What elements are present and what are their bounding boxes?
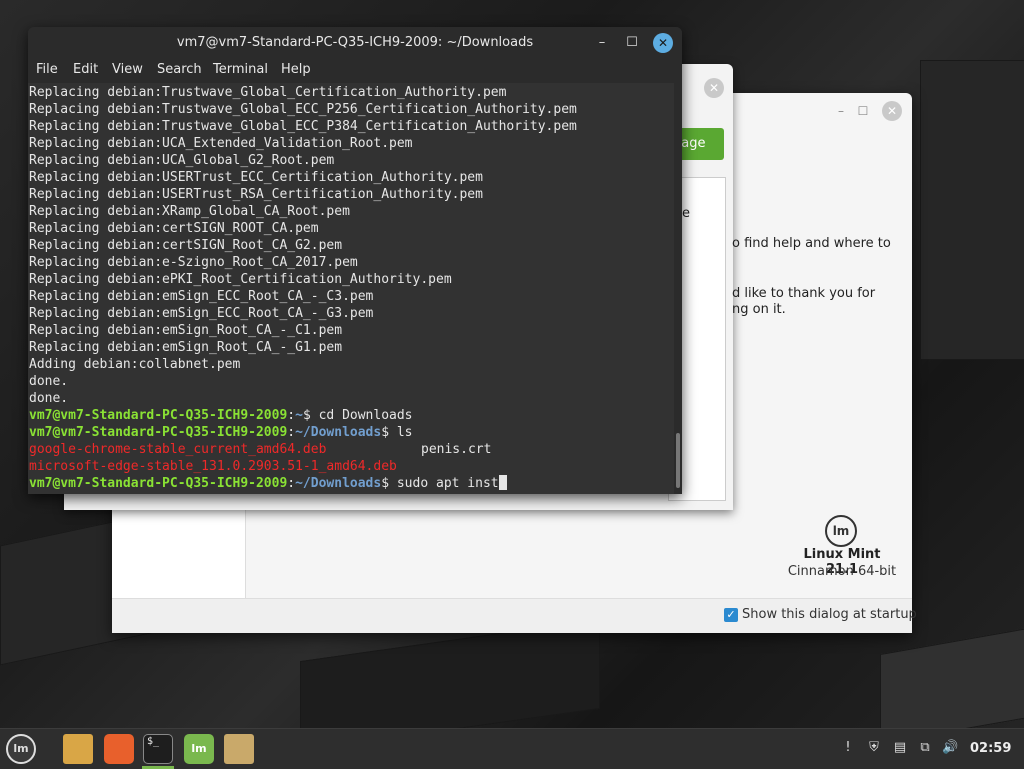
terminal-icon[interactable]: $_ [143,734,173,764]
output-line: Replacing debian:UCA_Global_G2_Root.pem [29,153,335,168]
prompt-line: vm7@vm7-Standard-PC-Q35-ICH9-2009:~$ cd … [29,408,413,423]
prompt-path: ~/Downloads [295,476,382,491]
minimize-icon[interactable]: – [594,35,610,50]
mintinstall-icon[interactable]: lm [184,734,214,764]
prompt-user: vm7@vm7-Standard-PC-Q35-ICH9-2009 [29,425,288,440]
close-icon[interactable]: ✕ [882,101,902,121]
command-text: $ ls [381,425,413,440]
output-line: Replacing debian:certSIGN_ROOT_CA.pem [29,221,319,236]
scrollbar-thumb[interactable] [676,433,680,488]
prompt-user: vm7@vm7-Standard-PC-Q35-ICH9-2009 [29,408,288,423]
deb-file: google-chrome-stable_current_amd64.deb [29,442,327,457]
linux-mint-logo: lm [825,515,857,547]
close-icon[interactable]: ✕ [704,78,724,98]
files-icon[interactable] [63,734,93,764]
output-line: Adding debian:collabnet.pem [29,357,241,372]
prompt-path: ~ [295,408,303,423]
crt-file: penis.crt [421,442,492,457]
terminal-title: vm7@vm7-Standard-PC-Q35-ICH9-2009: ~/Dow… [176,35,534,50]
taskbar: lm $_ lm ! ⛨ ▤ ⧉ 🔊 02:59 [0,728,1024,769]
output-line: Replacing debian:emSign_ECC_Root_CA_-_C3… [29,289,374,304]
text-fragment: d like to thank you for [732,286,876,301]
output-line: Replacing debian:emSign_ECC_Root_CA_-_G3… [29,306,374,321]
maximize-icon[interactable]: ☐ [624,35,640,50]
menu-file[interactable]: File [36,62,58,77]
folder-icon[interactable] [224,734,254,764]
ls-output-line: google-chrome-stable_current_amd64.deb [29,441,326,458]
output-line: Replacing debian:XRamp_Global_CA_Root.pe… [29,204,350,219]
clock[interactable]: 02:59 [970,741,1011,756]
welcome-footer: ✓ Show this dialog at startup [112,598,917,633]
prompt-line: vm7@vm7-Standard-PC-Q35-ICH9-2009:~/Down… [29,425,413,440]
prompt-line: vm7@vm7-Standard-PC-Q35-ICH9-2009:~/Down… [29,475,507,492]
terminal-output[interactable]: Replacing debian:Trustwave_Global_Certif… [28,83,674,494]
menu-view[interactable]: View [112,62,143,77]
startup-checkbox[interactable]: ✓ [724,608,738,622]
output-line: Replacing debian:USERTrust_ECC_Certifica… [29,170,483,185]
output-line: Replacing debian:certSIGN_Root_CA_G2.pem [29,238,343,253]
minimize-icon[interactable]: – [832,102,850,120]
volume-icon[interactable]: 🔊 [942,740,958,756]
menu-edit[interactable]: Edit [73,62,98,77]
terminal-menubar: File Edit View Search Terminal Help [28,59,682,83]
menu-terminal[interactable]: Terminal [213,62,268,77]
output-line: Replacing debian:ePKI_Root_Certification… [29,272,452,287]
text-fragment: o find help and where to [732,236,891,251]
maximize-icon[interactable]: ☐ [854,102,872,120]
close-icon[interactable]: ✕ [653,33,673,53]
text-fragment: ng on it. [732,302,786,317]
menu-icon[interactable]: lm [6,734,36,764]
menu-search[interactable]: Search [157,62,202,77]
shield-icon[interactable]: ⛨ [866,740,882,756]
output-line: done. [29,374,69,389]
startup-checkbox-label[interactable]: Show this dialog at startup [742,607,917,622]
terminal-scrollbar[interactable] [674,83,682,494]
text-fragment: e [682,206,690,221]
terminal-window: vm7@vm7-Standard-PC-Q35-ICH9-2009: ~/Dow… [28,27,682,494]
command-input[interactable]: $ sudo apt inst [381,476,498,491]
brand-edition: Cinnamon 64-bit [787,564,897,579]
menu-help[interactable]: Help [281,62,311,77]
output-line: Replacing debian:Trustwave_Global_Certif… [29,85,507,100]
clipboard-icon[interactable]: ▤ [892,740,908,756]
network-icon[interactable]: ⧉ [917,740,933,756]
output-line: Replacing debian:Trustwave_Global_ECC_P2… [29,102,577,117]
output-line: Replacing debian:Trustwave_Global_ECC_P3… [29,119,577,134]
terminal-titlebar[interactable]: vm7@vm7-Standard-PC-Q35-ICH9-2009: ~/Dow… [28,27,682,59]
output-line: Replacing debian:e-Szigno_Root_CA_2017.p… [29,255,358,270]
prompt-user: vm7@vm7-Standard-PC-Q35-ICH9-2009 [29,476,288,491]
output-line: Replacing debian:UCA_Extended_Validation… [29,136,413,151]
notifications-icon[interactable]: ! [840,740,856,756]
output-line: done. [29,391,69,406]
prompt-path: ~/Downloads [295,425,382,440]
output-line: Replacing debian:emSign_Root_CA_-_G1.pem [29,340,343,355]
output-line: Replacing debian:emSign_Root_CA_-_C1.pem [29,323,343,338]
deb-file: microsoft-edge-stable_131.0.2903.51-1_am… [29,459,397,474]
output-line: Replacing debian:USERTrust_RSA_Certifica… [29,187,483,202]
ls-output-line: microsoft-edge-stable_131.0.2903.51-1_am… [29,458,397,475]
firefox-icon[interactable] [104,734,134,764]
command-text: $ cd Downloads [302,408,413,423]
text-cursor [498,475,507,490]
